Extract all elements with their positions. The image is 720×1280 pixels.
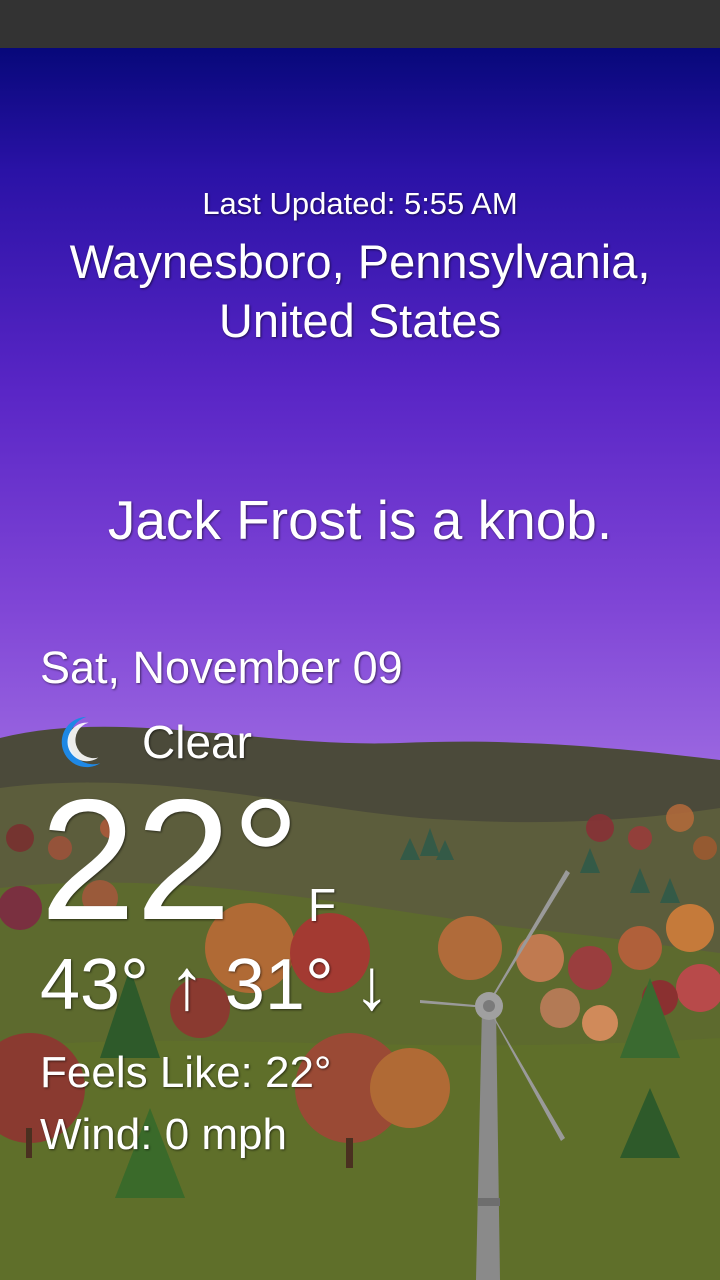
weather-scene: Last Updated: 5:55 AM Waynesboro, Pennsy… — [0, 48, 720, 1280]
last-updated-label: Last Updated: 5:55 AM — [202, 186, 518, 221]
temperature-unit: F — [308, 879, 337, 931]
status-bar — [0, 0, 720, 48]
wind-label: Wind: 0 mph — [40, 1110, 287, 1159]
high-low-temperature: 43° ↑ 31° ↓ — [40, 945, 390, 1025]
feels-like-label: Feels Like: 22° — [40, 1048, 332, 1097]
current-temperature: 22° — [40, 764, 301, 956]
crescent-moon-icon — [61, 716, 101, 768]
condition-label: Clear — [142, 716, 252, 768]
location-label: Waynesboro, Pennsylvania, United States — [30, 232, 690, 350]
location-line-1: Waynesboro, Pennsylvania, — [69, 235, 651, 288]
date-label: Sat, November 09 — [40, 642, 403, 693]
weather-joke: Jack Frost is a knob. — [107, 489, 613, 551]
location-line-2: United States — [218, 294, 502, 347]
condition-row: Clear — [50, 712, 252, 772]
